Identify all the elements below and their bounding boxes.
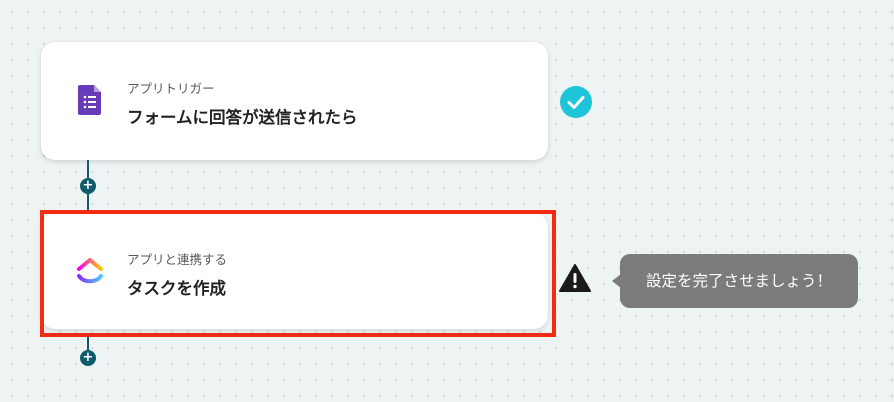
add-step-button-bottom[interactable]: + — [80, 350, 96, 366]
trigger-subtitle: アプリトリガー — [127, 81, 215, 96]
action-subtitle: アプリと連携する — [127, 252, 228, 267]
action-card[interactable]: アプリと連携する タスクを作成 — [41, 213, 548, 329]
warning-icon — [558, 263, 592, 293]
clickup-icon — [75, 254, 105, 288]
connector-line-bottom — [87, 337, 89, 351]
action-title: タスクを作成 — [127, 279, 226, 298]
add-step-button[interactable]: + — [80, 178, 96, 194]
setup-tooltip: 設定を完了させましょう！ — [612, 254, 858, 308]
trigger-title: フォームに回答が送信されたら — [127, 108, 358, 127]
check-icon — [560, 86, 592, 118]
trigger-card[interactable]: アプリトリガー フォームに回答が送信されたら — [41, 42, 548, 160]
google-forms-icon — [75, 83, 105, 117]
